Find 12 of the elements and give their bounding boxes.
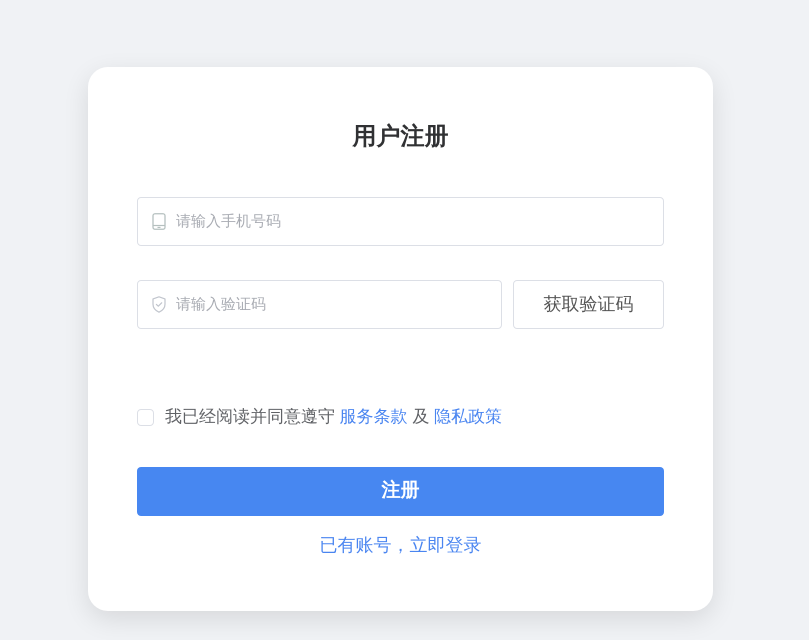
- verification-code-field[interactable]: 请输入验证码: [137, 280, 502, 329]
- get-code-button[interactable]: 获取验证码: [513, 280, 664, 329]
- shield-check-icon: [152, 296, 166, 313]
- privacy-link[interactable]: 隐私政策: [434, 407, 502, 426]
- login-link[interactable]: 已有账号，立即登录: [320, 533, 482, 557]
- register-button[interactable]: 注册: [137, 467, 664, 516]
- agreement-checkbox[interactable]: [137, 408, 154, 426]
- agreement-text: 我已经阅读并同意遵守 服务条款 及 隐私政策: [165, 406, 502, 428]
- phone-icon: [152, 213, 166, 230]
- phone-field[interactable]: 请输入手机号码: [137, 197, 664, 246]
- terms-link[interactable]: 服务条款: [340, 407, 408, 426]
- form-title: 用户注册: [351, 122, 450, 152]
